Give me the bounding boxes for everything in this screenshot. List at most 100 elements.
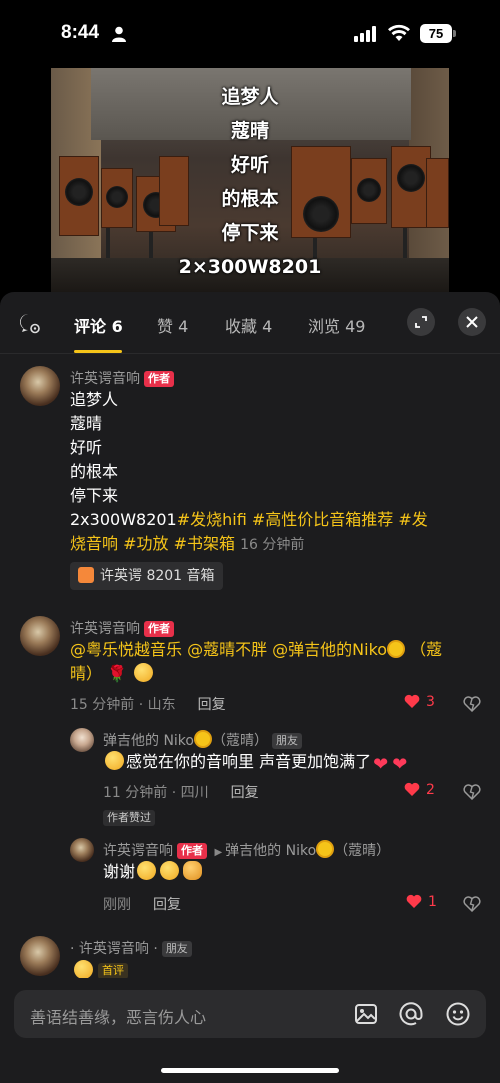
- friend-badge: 朋友: [161, 941, 192, 957]
- comment-line: 追梦人: [70, 390, 119, 409]
- author-liked-badge: 作者赞过: [103, 810, 155, 826]
- image-icon[interactable]: [353, 1001, 379, 1027]
- avatar[interactable]: [20, 936, 60, 976]
- tab-views[interactable]: 浏览 49: [308, 313, 365, 337]
- battery-level: 75: [420, 24, 452, 43]
- comment-line: 的根本: [70, 462, 119, 481]
- like-count: 3: [426, 694, 435, 710]
- reply-arrow-icon: ▶: [214, 847, 223, 858]
- author-badge: 作者: [144, 371, 174, 387]
- status-bar: 8:44 75: [0, 0, 500, 68]
- overlay-line: 追梦人: [221, 86, 279, 108]
- author-badge: 作者: [144, 621, 174, 637]
- comment-line: 2x300W8201: [70, 510, 177, 529]
- pleading-emoji-icon: [105, 751, 124, 770]
- comment-line: 停下来: [70, 486, 119, 505]
- avatar[interactable]: [70, 728, 94, 752]
- close-button[interactable]: [458, 308, 486, 336]
- mention-link[interactable]: 晴）: [70, 664, 102, 683]
- overlay-line: 的根本: [221, 188, 279, 210]
- post-image[interactable]: 追梦人 蔻晴 好听 的根本 停下来 2×300W8201: [51, 68, 449, 294]
- comment-meta: 15 分钟前 · 山东 回复: [70, 694, 226, 714]
- comment-meta: 刚刚 回复: [103, 894, 181, 914]
- comment-line: 好听: [70, 438, 103, 457]
- product-name: 许英谔 8201 音箱: [100, 568, 215, 584]
- comment-line: 蔻晴: [70, 414, 103, 433]
- emoji-picker-icon[interactable]: [445, 1001, 471, 1027]
- reply-to-user[interactable]: 弹吉他的 Niko: [225, 843, 316, 859]
- username[interactable]: 弹吉他的 Niko: [103, 733, 194, 749]
- comment-sheet: 评论 6 赞 4 收藏 4 浏览 49 许英谔音响 作者 追梦人 蔻晴 好听 的根…: [0, 292, 500, 1083]
- tab-comments[interactable]: 评论 6: [74, 313, 123, 337]
- rose-emoji-icon: 🌹: [107, 664, 128, 683]
- comment-input[interactable]: 善语结善缘，恶言伤人心: [14, 990, 486, 1038]
- comment-body[interactable]: 感觉在你的音响里 声音更加饱满了 ❤ ❤: [103, 750, 483, 777]
- reply-button[interactable]: 回复: [153, 897, 181, 913]
- author-badge: 作者: [177, 843, 207, 859]
- tab-bar: 评论 6 赞 4 收藏 4 浏览 49: [0, 292, 500, 354]
- mention-link[interactable]: @粤乐悦越音乐 @蔻晴不胖 @弹吉他的Niko: [70, 640, 387, 659]
- comment-body[interactable]: 追梦人 蔻晴 好听 的根本 停下来 2x300W8201#发烧hifi #高性价…: [70, 388, 470, 557]
- reply-button[interactable]: 回复: [198, 697, 226, 713]
- comment-body[interactable]: 谢谢: [103, 860, 483, 884]
- like-button[interactable]: 1: [406, 894, 437, 910]
- avatar[interactable]: [20, 616, 60, 656]
- emoji-icon: [74, 960, 93, 978]
- username[interactable]: 许英谔音响: [103, 843, 173, 859]
- mention-link[interactable]: （蔻: [410, 640, 442, 659]
- overlay-line: 蔻晴: [230, 120, 269, 142]
- username[interactable]: · 许英谔音响 ·: [70, 941, 158, 957]
- heart-icon: [404, 694, 420, 708]
- username-suffix: （蔻晴）: [212, 733, 268, 749]
- ok-hand-emoji-icon: [183, 861, 203, 880]
- overlay-line: 好听: [230, 154, 269, 176]
- expand-button[interactable]: [407, 308, 435, 336]
- expand-icon: [415, 316, 427, 328]
- comment-item: · 许英谔音响 · 朋友 首评: [0, 936, 500, 978]
- hashtag-link[interactable]: 烧音响 #功放 #书架箱: [70, 534, 235, 553]
- red-heart-icon: ❤: [392, 754, 408, 775]
- product-card[interactable]: 许英谔 8201 音箱: [70, 562, 223, 590]
- username[interactable]: 许英谔音响: [70, 371, 140, 387]
- dislike-icon[interactable]: [463, 784, 481, 800]
- image-text-overlay: 追梦人 蔻晴 好听 的根本 停下来 2×300W8201: [51, 80, 449, 284]
- home-indicator[interactable]: [161, 1068, 339, 1073]
- dislike-icon[interactable]: [463, 896, 481, 912]
- username[interactable]: 许英谔音响: [70, 621, 140, 637]
- clock: 8:44: [61, 22, 100, 43]
- avatar[interactable]: [20, 366, 60, 406]
- like-count: 2: [426, 782, 435, 798]
- tab-favorites[interactable]: 收藏 4: [225, 313, 272, 337]
- tab-active-indicator: [74, 350, 122, 353]
- comment-text: 感觉在你的音响里 声音更加饱满了: [126, 752, 372, 771]
- shopping-cart-icon: [78, 567, 94, 583]
- comment-timestamp: 刚刚: [103, 897, 131, 913]
- comment-author[interactable]: · 许英谔音响 · 朋友: [70, 938, 192, 958]
- like-button[interactable]: 3: [404, 694, 435, 710]
- wifi-icon: [388, 24, 410, 41]
- comment-author[interactable]: 许英谔音响 作者: [70, 618, 174, 638]
- comment-author[interactable]: 许英谔音响 作者: [70, 368, 174, 388]
- reply-button[interactable]: 回复: [231, 785, 259, 801]
- comment-settings-icon[interactable]: [18, 312, 40, 334]
- comment-body[interactable]: @粤乐悦越音乐 @蔻晴不胖 @弹吉他的Niko （蔻 晴） 🌹: [70, 638, 480, 686]
- comment-timestamp: 15 分钟前 · 山东: [70, 697, 176, 713]
- mention-icon[interactable]: [398, 1001, 424, 1027]
- like-count: 1: [428, 894, 437, 910]
- comment-author[interactable]: 许英谔音响 作者 ▶ 弹吉他的 Niko （蔻晴）: [103, 840, 390, 860]
- close-icon: [466, 316, 478, 328]
- dislike-icon[interactable]: [463, 696, 481, 712]
- comment-author[interactable]: 弹吉他的 Niko （蔻晴） 朋友: [103, 730, 302, 750]
- input-placeholder: 善语结善缘，恶言伤人心: [30, 1008, 207, 1027]
- avatar[interactable]: [70, 838, 94, 862]
- sun-emoji-icon: [389, 642, 404, 656]
- sun-emoji-icon: [196, 732, 210, 746]
- tab-likes[interactable]: 赞 4: [157, 313, 188, 337]
- heart-icon: [404, 782, 420, 796]
- friend-badge: 朋友: [272, 733, 302, 749]
- heart-icon: [406, 894, 422, 908]
- hashtag-link[interactable]: #发烧hifi #高性价比音箱推荐 #发: [177, 510, 428, 529]
- shocked-emoji-icon: [134, 663, 154, 682]
- like-button[interactable]: 2: [404, 782, 435, 798]
- username-suffix: （蔻晴）: [334, 843, 391, 859]
